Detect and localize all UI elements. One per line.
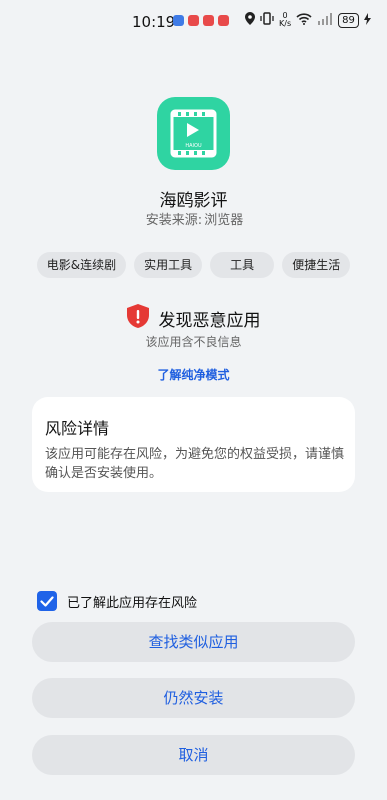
risk-details-card: 风险详情 该应用可能存在风险，为避免您的权益受损，请谨慎确认是否安装使用。: [32, 397, 355, 492]
risk-details-body: 该应用可能存在风险，为避免您的权益受损，请谨慎确认是否安装使用。: [45, 447, 345, 481]
risk-details-title: 风险详情: [45, 419, 110, 438]
network-speed-unit: K/s: [279, 19, 292, 28]
cancel-button[interactable]: 取消: [32, 735, 355, 775]
app-icon: HAIOU: [157, 97, 230, 170]
app-tags: 电影&连续剧 实用工具 工具 便捷生活: [0, 252, 387, 278]
app-icon-text: HAIOU: [185, 143, 202, 149]
tag-convenient-life[interactable]: 便捷生活: [282, 252, 351, 278]
install-anyway-button[interactable]: 仍然安装: [32, 678, 355, 718]
warning-title: 发现恶意应用: [158, 310, 261, 331]
app-name: 海鸥影评: [159, 191, 228, 211]
consent-label: 已了解此应用存在风险: [67, 595, 198, 611]
notification-app-icon: [173, 15, 184, 26]
location-icon: [245, 12, 255, 28]
find-similar-apps-button[interactable]: 查找类似应用: [32, 622, 355, 662]
notification-icons: [173, 15, 229, 26]
learn-pure-mode-link[interactable]: 了解纯净模式: [0, 366, 387, 383]
charging-icon: [363, 12, 371, 28]
tag-movie-series[interactable]: 电影&连续剧: [36, 252, 127, 278]
status-time: 10:19: [132, 13, 176, 31]
checkmark-icon: [40, 595, 54, 607]
tag-utilities[interactable]: 实用工具: [134, 252, 203, 278]
system-icons: 0 K/s 89: [245, 12, 371, 28]
install-source: 安装来源: 浏览器: [0, 209, 387, 228]
network-speed: 0 K/s: [279, 12, 291, 28]
tag-tools[interactable]: 工具: [210, 252, 275, 278]
install-source-label: 安装来源:: [145, 213, 203, 228]
install-source-value: 浏览器: [204, 213, 244, 228]
risk-consent[interactable]: 已了解此应用存在风险: [37, 591, 197, 611]
malware-warning: 发现恶意应用: [0, 304, 387, 332]
vibrate-icon: [260, 12, 274, 28]
shield-warning-icon: [126, 304, 149, 332]
notification-app-icon: [203, 15, 214, 26]
notification-app-icon: [188, 15, 199, 26]
notification-app-icon: [218, 15, 229, 26]
consent-checkbox[interactable]: [37, 591, 57, 611]
status-bar: 10:19 0 K/s 89: [0, 0, 387, 44]
wifi-icon: [296, 12, 312, 28]
battery-icon: 89: [338, 12, 359, 28]
warning-subtitle: 该应用含不良信息: [145, 335, 242, 349]
signal-icon: [317, 12, 333, 28]
